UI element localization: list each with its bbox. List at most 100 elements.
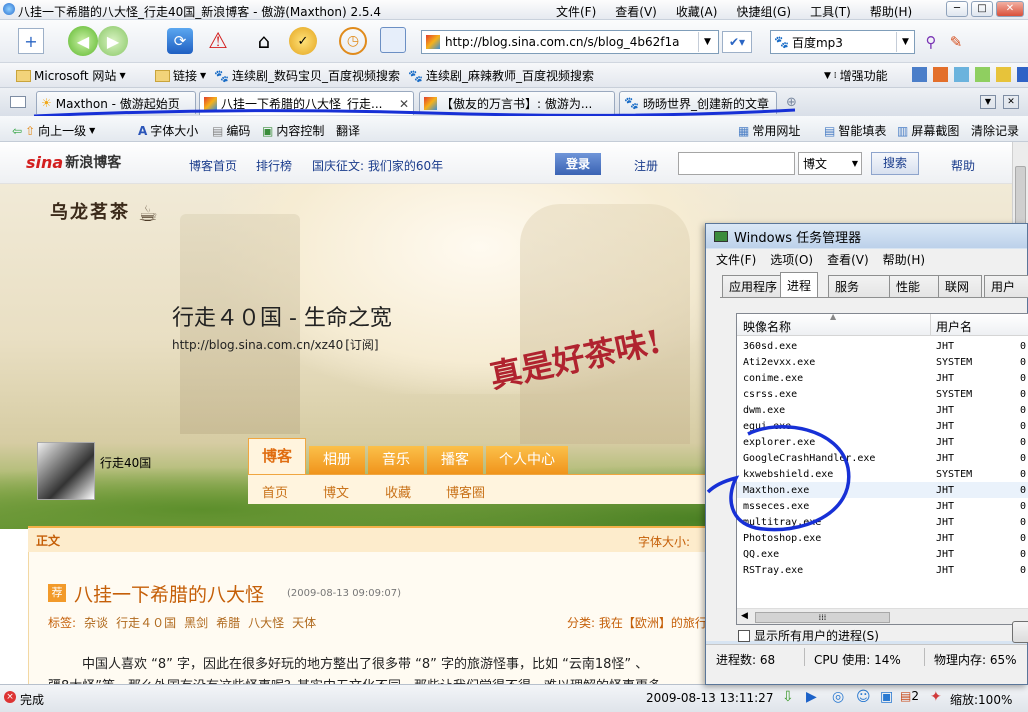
subnav-posts[interactable]: 博文 xyxy=(323,482,349,501)
tag-link[interactable]: 天体 xyxy=(292,614,316,631)
common-urls-button[interactable]: ▦ 常用网址 xyxy=(738,122,800,139)
tab-album[interactable]: 相册 xyxy=(309,446,365,474)
process-row[interactable]: conime.exe JHT 0 xyxy=(737,370,1028,386)
help-link[interactable]: 帮助 xyxy=(951,157,975,174)
download-icon[interactable]: ⇩ xyxy=(782,689,794,705)
translate-button[interactable]: 翻译 xyxy=(336,122,360,139)
show-all-checkbox[interactable] xyxy=(738,629,750,642)
plugin-icon[interactable] xyxy=(975,67,990,82)
search-dropdown-icon[interactable]: ▼ xyxy=(896,32,914,52)
hscroll-thumb[interactable]: ⁞⁞⁞ xyxy=(755,612,890,623)
new-tab-icon[interactable]: + xyxy=(18,28,44,54)
tab-podcast[interactable]: 播客 xyxy=(427,446,483,474)
fav-baidu-2[interactable]: 🐾 连续剧_麻辣教师_百度视频搜索 xyxy=(408,67,594,84)
stop-icon[interactable]: ⚠ xyxy=(204,27,232,55)
fav-baidu-1[interactable]: 🐾 连续剧_数码宝贝_百度视频搜索 xyxy=(214,67,400,84)
blog-search-button[interactable]: 搜索 xyxy=(871,152,919,175)
tm-tab-performance[interactable]: 性能 xyxy=(889,275,939,297)
tag-link[interactable]: 希腊 xyxy=(216,614,240,631)
history-icon[interactable]: ◷ xyxy=(339,27,367,55)
tag-link[interactable]: 八大怪 xyxy=(248,614,284,631)
menu-tools[interactable]: 工具(T) xyxy=(810,3,851,20)
screenshot-button[interactable]: ▥ 屏幕截图 xyxy=(897,122,959,139)
subnav-circles[interactable]: 博客圈 xyxy=(446,482,485,501)
tm-menu-help[interactable]: 帮助(H) xyxy=(883,251,925,268)
subscribe-link[interactable]: [订阅] xyxy=(345,336,378,353)
zoom-level[interactable]: 缩放:100% xyxy=(950,691,1012,708)
process-hscrollbar[interactable]: ◀ ⁞⁞⁞ xyxy=(737,608,1028,624)
process-row[interactable]: Ati2evxx.exe SYSTEM 0 xyxy=(737,354,1028,370)
tab-menu-icon[interactable]: ▼ xyxy=(980,95,996,109)
plugin-icon[interactable] xyxy=(996,67,1011,82)
sidebar-icon[interactable] xyxy=(380,27,406,53)
go-up-button[interactable]: ⇦ ⇧ 向上一级 ▼ xyxy=(12,122,95,139)
plugin-icon[interactable] xyxy=(954,67,969,82)
tm-tab-users[interactable]: 用户 xyxy=(984,275,1028,297)
clear-history-button[interactable]: 清除记录 xyxy=(971,122,1019,139)
search-type-select[interactable]: 博文 ▼ xyxy=(798,152,862,175)
end-process-button[interactable] xyxy=(1012,621,1028,643)
menu-view[interactable]: 查看(V) xyxy=(615,3,657,20)
encoding-button[interactable]: ▤ 编码 xyxy=(212,122,250,139)
process-row[interactable]: csrss.exe SYSTEM 0 xyxy=(737,386,1028,402)
post-category[interactable]: 分类: 我在【欧洲】的旅行 xyxy=(567,614,707,631)
process-row[interactable]: dwm.exe JHT 0 xyxy=(737,402,1028,418)
tag-link[interactable]: 杂谈 xyxy=(84,614,108,631)
menu-file[interactable]: 文件(F) xyxy=(556,3,596,20)
tea-ad-logo[interactable]: 乌龙茗茶 xyxy=(50,198,130,224)
tm-tab-applications[interactable]: 应用程序 xyxy=(722,275,785,297)
process-row[interactable]: QQ.exe JHT 0 xyxy=(737,546,1028,562)
search-icon[interactable]: ⚲ xyxy=(920,31,942,53)
font-size-button[interactable]: A 字体大小 xyxy=(138,122,198,139)
back-icon[interactable]: ◀ xyxy=(68,26,98,56)
tm-tab-services[interactable]: 服务 xyxy=(828,275,890,297)
window-icon[interactable]: ▣ xyxy=(880,689,893,705)
tm-menu-options[interactable]: 选项(O) xyxy=(770,251,813,268)
nav-ranking[interactable]: 排行榜 xyxy=(256,157,292,174)
column-user-name[interactable]: 用户名 xyxy=(936,318,972,335)
popup-block-icon[interactable]: ✦ xyxy=(930,689,942,705)
font-size-label[interactable]: 字体大小: xyxy=(638,533,690,550)
subnav-favorites[interactable]: 收藏 xyxy=(385,482,411,501)
tab-list-icon[interactable] xyxy=(10,96,26,108)
content-control-button[interactable]: ▣ 内容控制 xyxy=(262,122,324,139)
menu-groups[interactable]: 快捷组(G) xyxy=(736,3,791,20)
nav-blog-home[interactable]: 博客首页 xyxy=(189,157,237,174)
blog-search-input[interactable] xyxy=(678,152,795,175)
address-dropdown-icon[interactable]: ▼ xyxy=(698,32,716,52)
avatar[interactable] xyxy=(37,442,95,500)
menu-favorites[interactable]: 收藏(A) xyxy=(676,3,718,20)
tag-link[interactable]: 行走４０国 xyxy=(116,614,176,631)
plugin-icon[interactable] xyxy=(912,67,927,82)
process-row[interactable]: RSTray.exe JHT 0 xyxy=(737,562,1028,578)
blog-username[interactable]: 行走40国 xyxy=(100,454,151,471)
smart-icon[interactable]: ✓ xyxy=(289,27,317,55)
play-icon[interactable]: ▶ xyxy=(806,689,817,705)
close-button[interactable]: ✕ xyxy=(996,1,1024,17)
tm-menu-view[interactable]: 查看(V) xyxy=(827,251,869,268)
tab-personal-center[interactable]: 个人中心 xyxy=(486,446,568,474)
forward-icon[interactable]: ▶ xyxy=(98,26,128,56)
plugin-icon[interactable] xyxy=(1017,67,1028,82)
minimize-button[interactable]: ─ xyxy=(946,1,968,17)
sina-logo[interactable]: sina 新浪博客 xyxy=(26,152,121,172)
highlight-icon[interactable]: ✎ xyxy=(945,31,967,53)
tag-link[interactable]: 黑剑 xyxy=(184,614,208,631)
plugin-button[interactable]: ▼ ⁞ 增强功能 xyxy=(824,67,888,84)
tm-tab-networking[interactable]: 联网 xyxy=(938,275,982,297)
address-bar[interactable]: http://blog.sina.com.cn/s/blog_4b62f1a xyxy=(421,30,719,54)
user-icon[interactable]: ☺ xyxy=(856,689,871,705)
tab-blog[interactable]: 博客 xyxy=(248,438,306,474)
maximize-button[interactable]: □ xyxy=(971,1,993,17)
tab-count-icon[interactable]: ▤2 xyxy=(900,689,919,703)
register-link[interactable]: 注册 xyxy=(634,157,658,174)
tab-close-icon[interactable]: ✕ xyxy=(1003,95,1019,109)
tm-menu-file[interactable]: 文件(F) xyxy=(716,251,756,268)
login-button[interactable]: 登录 xyxy=(555,153,601,175)
tm-tab-processes[interactable]: 进程 xyxy=(780,272,819,298)
home-icon[interactable]: ⌂ xyxy=(250,27,278,55)
tab-music[interactable]: 音乐 xyxy=(368,446,424,474)
go-icon[interactable]: ✔▾ xyxy=(722,31,752,53)
process-row[interactable]: 360sd.exe JHT 0 xyxy=(737,338,1028,354)
plugin-icon[interactable] xyxy=(933,67,948,82)
